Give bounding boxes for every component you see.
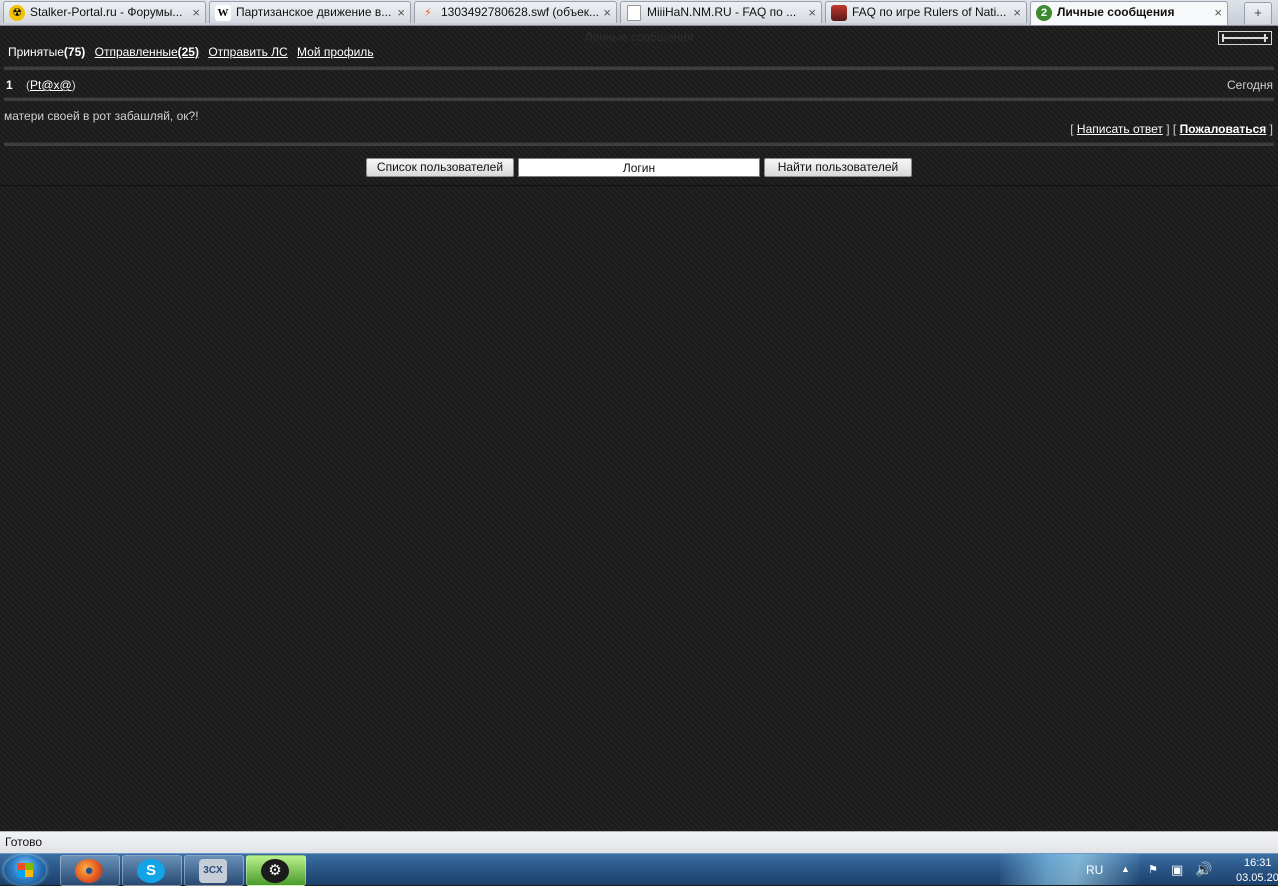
page-content: Личные сообщения Принятые(75) Отправленн… (0, 26, 1278, 831)
phone-icon: 3CX (199, 859, 227, 883)
reply-link[interactable]: Написать ответ (1077, 122, 1163, 136)
tab-label: Stalker-Portal.ru - Форумы... (30, 5, 183, 19)
start-button[interactable] (4, 855, 46, 885)
clock-date[interactable]: 03.05.2011 (1236, 872, 1278, 884)
nav-inbox-label: Принятые (8, 45, 64, 59)
tab-rulers-faq[interactable]: FAQ по игре Rulers of Nati... × (825, 1, 1027, 23)
nav-send-message-link[interactable]: Отправить ЛС (208, 45, 287, 59)
divider (4, 66, 1274, 70)
find-users-button[interactable]: Найти пользователей (764, 158, 912, 177)
user-search-row: Список пользователей Найти пользователей (0, 158, 1278, 178)
author-paren-close: ) (71, 78, 76, 92)
close-icon[interactable]: × (192, 2, 200, 23)
nav-sent-link[interactable]: Отправленные(25) (95, 45, 199, 59)
close-icon[interactable]: × (1013, 2, 1021, 23)
report-link[interactable]: Пожаловаться (1180, 122, 1267, 136)
tab-label: Личные сообщения (1057, 5, 1175, 19)
message-body: матери своей в рот забашляй, ок?! (4, 109, 199, 123)
message-author: (Pt@x@) (26, 78, 76, 92)
nav-inbox-count: (75) (63, 45, 86, 59)
status-text: Готово (5, 835, 43, 849)
login-input[interactable] (518, 158, 760, 177)
windows-taskbar: ● S 3CX ⚙ RU ▲ ⚑ ▣ 🔊 16:31 03.05.2011 (0, 853, 1278, 886)
message-header: 1 (Pt@x@) Сегодня (6, 78, 1273, 92)
network-icon[interactable]: ▣ (1171, 862, 1183, 878)
tab-wikipedia[interactable]: W Партизанское движение в... × (209, 1, 411, 23)
show-hidden-icons-icon[interactable]: ▲ (1121, 864, 1130, 874)
bracket: ] [ (1166, 122, 1177, 136)
browser-status-bar: Готово (0, 831, 1278, 853)
divider (4, 142, 1274, 146)
users-list-button[interactable]: Список пользователей (366, 158, 514, 177)
nav-sent-count: (25) (177, 45, 199, 59)
page-title: Личные сообщения (584, 30, 694, 44)
author-link[interactable]: Pt@x@ (30, 78, 72, 92)
tab-label: MiiiHaN.NM.RU - FAQ по ... (647, 5, 797, 19)
wikipedia-icon: W (215, 5, 231, 21)
site-icon: 2 (1036, 5, 1052, 21)
taskbar-app-steam[interactable]: ⚙ (246, 855, 306, 886)
tab-label: Партизанское движение в... (236, 5, 392, 19)
taskbar-app-3cx[interactable]: 3CX (184, 855, 244, 886)
language-indicator[interactable]: RU (1086, 863, 1103, 877)
page-icon (627, 5, 641, 21)
messages-nav: Принятые(75) Отправленные(25) Отправить … (8, 45, 380, 59)
divider (0, 185, 1278, 186)
system-tray: RU ▲ ⚑ ▣ 🔊 16:31 03.05.2011 (1058, 854, 1278, 885)
message-actions: [ Написать ответ ] [ Пожаловаться ] (1070, 122, 1273, 136)
action-center-icon[interactable]: ⚑ (1148, 863, 1158, 876)
steam-icon: ⚙ (261, 859, 289, 883)
firefox-icon: ● (75, 859, 103, 883)
close-icon[interactable]: × (397, 2, 405, 23)
close-icon[interactable]: × (808, 2, 816, 23)
taskbar-app-firefox[interactable]: ● (60, 855, 120, 886)
nav-inbox-current: Принятые(75) (8, 45, 85, 59)
tab-label: 1303492780628.swf (объек... (441, 5, 599, 19)
flash-icon: ⚡ (424, 7, 432, 19)
volume-icon[interactable]: 🔊 (1195, 861, 1212, 878)
tab-swf[interactable]: ⚡ 1303492780628.swf (объек... × (414, 1, 617, 23)
close-icon[interactable]: × (1214, 2, 1222, 23)
nav-sent-label: Отправленные (94, 45, 178, 59)
taskbar-app-skype[interactable]: S (122, 855, 182, 886)
browser-tab-strip: ☢ Stalker-Portal.ru - Форумы... × W Парт… (0, 0, 1278, 26)
message-date: Сегодня (1227, 78, 1273, 92)
skype-icon: S (137, 859, 165, 883)
close-icon[interactable]: × (603, 2, 611, 23)
game-icon (831, 5, 847, 21)
message-number: 1 (6, 78, 13, 92)
radiation-icon: ☢ (9, 5, 25, 21)
resize-handle-icon[interactable] (1218, 31, 1272, 45)
nav-my-profile-link[interactable]: Мой профиль (297, 45, 374, 59)
bracket: ] (1269, 122, 1273, 136)
bracket: [ (1070, 122, 1074, 136)
tab-stalker-portal[interactable]: ☢ Stalker-Portal.ru - Форумы... × (3, 1, 206, 23)
new-tab-button[interactable]: + (1244, 2, 1272, 24)
divider (4, 97, 1274, 101)
windows-logo-icon (17, 863, 33, 877)
tab-private-messages[interactable]: 2 Личные сообщения × (1030, 1, 1228, 25)
tab-miiihan[interactable]: MiiiHaN.NM.RU - FAQ по ... × (620, 1, 822, 23)
clock-time[interactable]: 16:31 (1244, 857, 1272, 869)
tab-label: FAQ по игре Rulers of Nati... (852, 5, 1007, 19)
